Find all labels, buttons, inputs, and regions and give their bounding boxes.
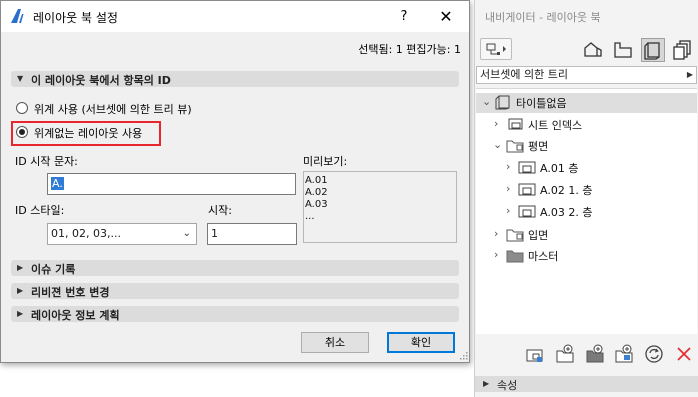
folder-icon xyxy=(506,229,524,242)
update-icon[interactable] xyxy=(644,344,664,364)
ok-button[interactable]: 확인 xyxy=(387,332,455,353)
chevron-right-icon: › xyxy=(506,160,511,173)
tree-mode-select[interactable]: 서브셋에 의한 트리 ▶ xyxy=(476,66,697,84)
revision-numbering-title: 리비젼 번호 변경 xyxy=(31,286,110,299)
index-icon xyxy=(508,118,523,130)
layout-book-icon xyxy=(495,95,510,110)
tree-mode-value: 서브셋에 의한 트리 xyxy=(480,68,568,81)
layout-sheet-icon xyxy=(518,161,536,174)
preview-line: A.02 xyxy=(305,187,328,198)
radio-label: 위계 사용 (서브셋에 의한 트리 뷰) xyxy=(34,103,192,116)
project-map-icon[interactable] xyxy=(581,38,605,62)
start-value: 1 xyxy=(211,227,218,240)
navigator-title: 내비게이터 - 레이아웃 북 xyxy=(485,11,601,24)
cancel-button[interactable]: 취소 xyxy=(301,332,369,353)
tree-item-label: A.01 층 xyxy=(540,162,579,175)
tree-item-sheet[interactable]: › A.03 2. 층 xyxy=(476,202,697,222)
preview-box: A.01 A.02 A.03 ... xyxy=(303,171,457,243)
navigator-bottom-toolbar xyxy=(475,340,698,370)
archicad-logo-icon xyxy=(11,9,24,23)
collapse-arrow-icon: ▼ xyxy=(17,74,24,83)
tree-item-sheet[interactable]: › A.01 층 xyxy=(476,158,697,178)
radio-label: 위계없는 레이아웃 사용 xyxy=(34,127,143,140)
id-section-header[interactable]: ▼ 이 레이아웃 북에서 항목의 ID xyxy=(11,71,459,87)
resize-grip-icon[interactable] xyxy=(459,351,468,360)
navigator-panel: 내비게이터 - 레이아웃 북 서브셋에 의한 트리 ▶ ⌄ 타이틀없음 › 시트… xyxy=(474,0,698,397)
preview-line: ... xyxy=(305,211,315,222)
tree-item-label: 마스터 xyxy=(528,250,559,263)
expand-arrow-icon: ▶ xyxy=(17,286,24,295)
chevron-right-icon: › xyxy=(494,227,499,240)
issue-history-title: 이슈 기록 xyxy=(31,263,76,276)
tree-item-label: A.03 2. 층 xyxy=(540,206,593,219)
layout-sheet-icon xyxy=(518,205,536,218)
chevron-right-icon: › xyxy=(494,117,499,130)
tree-item-label: 타이틀없음 xyxy=(516,97,567,110)
id-section-title: 이 레이아웃 북에서 항목의 ID xyxy=(31,74,171,87)
new-master-folder-icon[interactable] xyxy=(614,344,634,364)
radio-button[interactable] xyxy=(16,102,28,114)
chevron-right-icon: › xyxy=(506,204,511,217)
radio-button-selected[interactable] xyxy=(16,126,28,138)
new-layout-icon[interactable] xyxy=(525,344,545,364)
preview-label: 미리보기: xyxy=(303,155,348,168)
new-master-icon[interactable] xyxy=(585,344,605,364)
dialog-title: 레이아웃 북 설정 xyxy=(33,11,118,25)
preview-line: A.03 xyxy=(305,199,328,210)
new-subset-icon[interactable] xyxy=(555,344,575,364)
start-input[interactable]: 1 xyxy=(207,223,297,245)
publisher-sets-icon[interactable] xyxy=(671,38,695,62)
tree-item-sheet-index[interactable]: › 시트 인덱스 xyxy=(476,115,697,135)
radio-no-hierarchy[interactable]: 위계없는 레이아웃 사용 xyxy=(16,125,156,141)
properties-title: 속성 xyxy=(497,379,518,392)
tree-item-label: A.02 1. 층 xyxy=(540,184,593,197)
tree-item-label: 시트 인덱스 xyxy=(528,119,583,132)
preview-line: A.01 xyxy=(305,175,328,186)
close-button[interactable]: ✕ xyxy=(435,6,457,28)
chevron-down-icon: ⌄ xyxy=(482,95,492,108)
id-style-select[interactable]: 01, 02, 03,... ⌄ xyxy=(47,223,197,245)
start-label: 시작: xyxy=(208,204,232,217)
revision-numbering-section[interactable]: ▶ 리비젼 번호 변경 xyxy=(11,283,459,299)
triangle-right-icon: ▶ xyxy=(686,70,693,79)
chevron-right-icon: › xyxy=(494,248,499,261)
layout-info-scheme-section[interactable]: ▶ 레이아웃 정보 계획 xyxy=(11,306,459,322)
expand-arrow-icon: ▶ xyxy=(17,263,24,272)
layout-book-icon[interactable] xyxy=(641,38,665,62)
folder-icon xyxy=(506,140,524,153)
selection-info: 선택됨: 1 편집가능: 1 xyxy=(358,43,461,56)
chevron-right-icon: › xyxy=(506,182,511,195)
tree-item-master[interactable]: › 마스터 xyxy=(476,246,697,266)
tree-item-sheet[interactable]: › A.02 1. 층 xyxy=(476,180,697,200)
dialog-titlebar: 레이아웃 북 설정 ? ✕ xyxy=(1,1,469,32)
map-selector-button[interactable] xyxy=(480,38,512,60)
chevron-down-icon: ⌄ xyxy=(182,228,191,239)
navigator-map-icon xyxy=(486,43,506,55)
delete-icon[interactable] xyxy=(674,344,694,364)
properties-section[interactable]: ▶ 속성 xyxy=(475,376,698,392)
issue-history-section[interactable]: ▶ 이슈 기록 xyxy=(11,260,459,276)
help-button[interactable]: ? xyxy=(393,6,415,28)
layout-sheet-icon xyxy=(518,183,536,196)
tree-item-root[interactable]: ⌄ 타이틀없음 xyxy=(476,93,697,113)
tree-item-label: 평면 xyxy=(528,140,549,153)
tree-item-elevation[interactable]: › 입면 xyxy=(476,225,697,245)
id-style-label: ID 스타일: xyxy=(15,204,65,217)
tree-item-floor-plan[interactable]: ⌄ 평면 xyxy=(476,136,697,156)
id-style-value: 01, 02, 03,... xyxy=(51,227,121,240)
master-folder-icon xyxy=(506,250,524,263)
layout-book-settings-dialog: 레이아웃 북 설정 ? ✕ 선택됨: 1 편집가능: 1 ▼ 이 레이아웃 북에… xyxy=(0,0,470,363)
navigator-tree: ⌄ 타이틀없음 › 시트 인덱스 ⌄ 평면 › A.01 층 › A.02 1.… xyxy=(476,88,697,334)
expand-arrow-icon: ▶ xyxy=(17,309,24,318)
layout-info-scheme-title: 레이아웃 정보 계획 xyxy=(31,309,120,322)
radio-use-hierarchy[interactable]: 위계 사용 (서브셋에 의한 트리 뷰) xyxy=(16,101,256,117)
view-map-icon[interactable] xyxy=(611,38,635,62)
id-prefix-label: ID 시작 문자: xyxy=(15,155,78,168)
id-prefix-input[interactable]: A. xyxy=(47,173,296,195)
tree-item-label: 입면 xyxy=(528,229,549,242)
id-prefix-value: A. xyxy=(51,177,64,190)
chevron-down-icon: ⌄ xyxy=(493,138,503,151)
expand-arrow-icon: ▶ xyxy=(483,379,490,388)
